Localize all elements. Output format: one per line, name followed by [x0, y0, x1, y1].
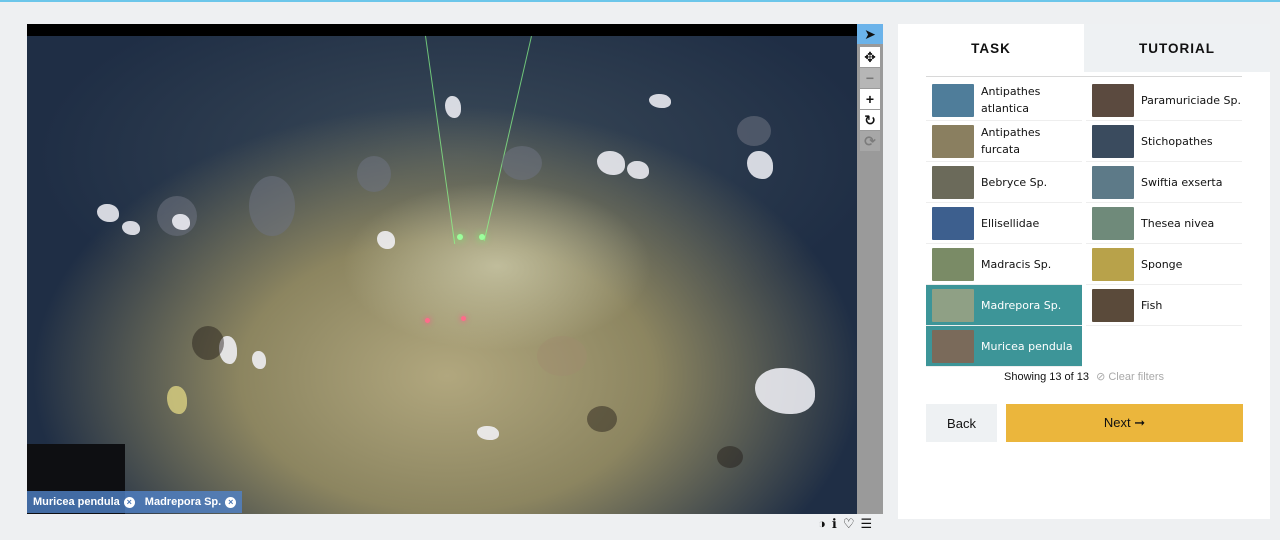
sponge-shape: [502, 146, 542, 180]
task-panel: TASK TUTORIAL Antipathes atlantica Paramu…: [898, 24, 1270, 519]
choice-item[interactable]: Muricea pendula: [926, 326, 1082, 367]
close-icon[interactable]: ×: [123, 496, 135, 508]
choice-thumbnail: [932, 329, 974, 363]
clear-icon: ⊘: [1096, 371, 1106, 383]
list-icon[interactable]: ☰: [860, 516, 872, 532]
white-coral: [172, 214, 190, 230]
choice-thumbnail: [932, 247, 974, 281]
tab-task[interactable]: TASK: [898, 24, 1084, 72]
choice-label: Antipathes furcata: [981, 126, 1041, 156]
choice-thumbnail: [1092, 288, 1134, 322]
white-coral: [477, 426, 499, 440]
info-icon[interactable]: ℹ: [832, 516, 837, 532]
choice-thumbnail: [1092, 206, 1134, 240]
white-coral: [597, 151, 625, 175]
minus-icon[interactable]: −: [860, 68, 880, 88]
plus-icon[interactable]: +: [860, 89, 880, 109]
white-coral: [97, 204, 119, 222]
subject-tag[interactable]: Muricea pendula ×: [33, 496, 135, 508]
laser-dot-left: [457, 234, 463, 240]
showing-count: Showing 13 of 13 ⊘ Clear filters: [1004, 371, 1164, 383]
choice-thumbnail: [1092, 124, 1134, 158]
choice-thumbnail: [932, 165, 974, 199]
next-button[interactable]: Next ➞: [1006, 404, 1243, 442]
choice-item[interactable]: Madrepora Sp.: [926, 285, 1082, 326]
seafloor-image: [27, 35, 857, 514]
choice-label: Antipathes atlantica: [981, 85, 1041, 115]
tab-tutorial[interactable]: TUTORIAL: [1084, 24, 1270, 72]
choice-item[interactable]: Antipathes furcata: [926, 121, 1082, 162]
dark-patch: [192, 326, 224, 360]
choice-item[interactable]: Sponge: [1086, 244, 1242, 285]
choice-item[interactable]: Antipathes atlantica: [926, 80, 1082, 121]
sponge-shape: [737, 116, 771, 146]
white-coral: [445, 96, 461, 118]
white-coral: [122, 221, 140, 235]
yellow-coral: [167, 386, 187, 414]
choice-label: Paramuriciade Sp.: [1141, 93, 1241, 107]
white-coral: [747, 151, 773, 179]
dark-patch: [587, 406, 617, 432]
choice-item[interactable]: Madracis Sp.: [926, 244, 1082, 285]
back-button[interactable]: Back: [926, 404, 997, 442]
subject-image-viewer[interactable]: [27, 24, 857, 514]
white-coral: [755, 368, 815, 414]
move-cross-icon[interactable]: ✥: [860, 47, 880, 67]
choice-thumbnail: [1092, 165, 1134, 199]
dark-patch: [717, 446, 743, 468]
contrast-icon[interactable]: ◑: [818, 516, 826, 532]
laser-beam-right: [483, 36, 532, 241]
panel-tabs: TASK TUTORIAL: [898, 24, 1270, 72]
choice-thumbnail: [932, 206, 974, 240]
close-icon[interactable]: ×: [225, 496, 237, 508]
white-coral: [252, 351, 266, 369]
choice-item[interactable]: Ellisellidae: [926, 203, 1082, 244]
choice-label: Swiftia exserta: [1141, 175, 1223, 189]
pointer-arrow-icon[interactable]: ➤: [857, 24, 883, 44]
choice-label: Thesea nivea: [1141, 216, 1215, 230]
choice-label: Sponge: [1141, 257, 1183, 271]
reset-icon[interactable]: ⟳: [860, 131, 880, 151]
red-laser-dot: [461, 316, 466, 321]
viewer-toolbar: ➤ ✥ − + ↻ ⟳: [857, 24, 883, 514]
rock-patch: [537, 336, 587, 376]
divider: [926, 76, 1242, 77]
laser-dot-right: [479, 234, 485, 240]
subject-tag-bar: Muricea pendula × Madrepora Sp. ×: [27, 491, 243, 513]
choice-item[interactable]: Fish: [1086, 285, 1242, 326]
rotate-icon[interactable]: ↻: [860, 110, 880, 130]
choice-thumbnail: [932, 124, 974, 158]
choice-label: Muricea pendula: [981, 339, 1073, 353]
top-accent-line: [0, 0, 1280, 2]
choice-item[interactable]: Paramuriciade Sp.: [1086, 80, 1242, 121]
choice-label: Bebryce Sp.: [981, 175, 1048, 189]
heart-icon[interactable]: ♡: [843, 516, 855, 532]
choice-item[interactable]: Stichopathes: [1086, 121, 1242, 162]
choice-label: Ellisellidae: [981, 216, 1040, 230]
choice-item[interactable]: Thesea nivea: [1086, 203, 1242, 244]
red-laser-dot: [425, 318, 430, 323]
choice-thumbnail: [1092, 247, 1134, 281]
white-coral: [649, 94, 671, 108]
choice-label: Fish: [1141, 298, 1163, 312]
subject-tag[interactable]: Madrepora Sp. ×: [145, 496, 237, 508]
choice-label: Madracis Sp.: [981, 257, 1052, 271]
white-coral: [627, 161, 649, 179]
choice-thumbnail: [932, 288, 974, 322]
choice-label: Stichopathes: [1141, 134, 1213, 148]
choice-thumbnail: [1092, 83, 1134, 117]
choice-thumbnail: [932, 83, 974, 117]
image-meta-icons: ◑ ℹ ♡ ☰: [818, 516, 872, 532]
white-coral: [377, 231, 395, 249]
sponge-shape: [249, 176, 295, 236]
choice-item[interactable]: Bebryce Sp.: [926, 162, 1082, 203]
choice-item[interactable]: Swiftia exserta: [1086, 162, 1242, 203]
choice-label: Madrepora Sp.: [981, 298, 1062, 312]
laser-beam-left: [425, 35, 456, 244]
sponge-shape: [357, 156, 391, 192]
clear-filters-link[interactable]: ⊘ Clear filters: [1096, 371, 1164, 383]
